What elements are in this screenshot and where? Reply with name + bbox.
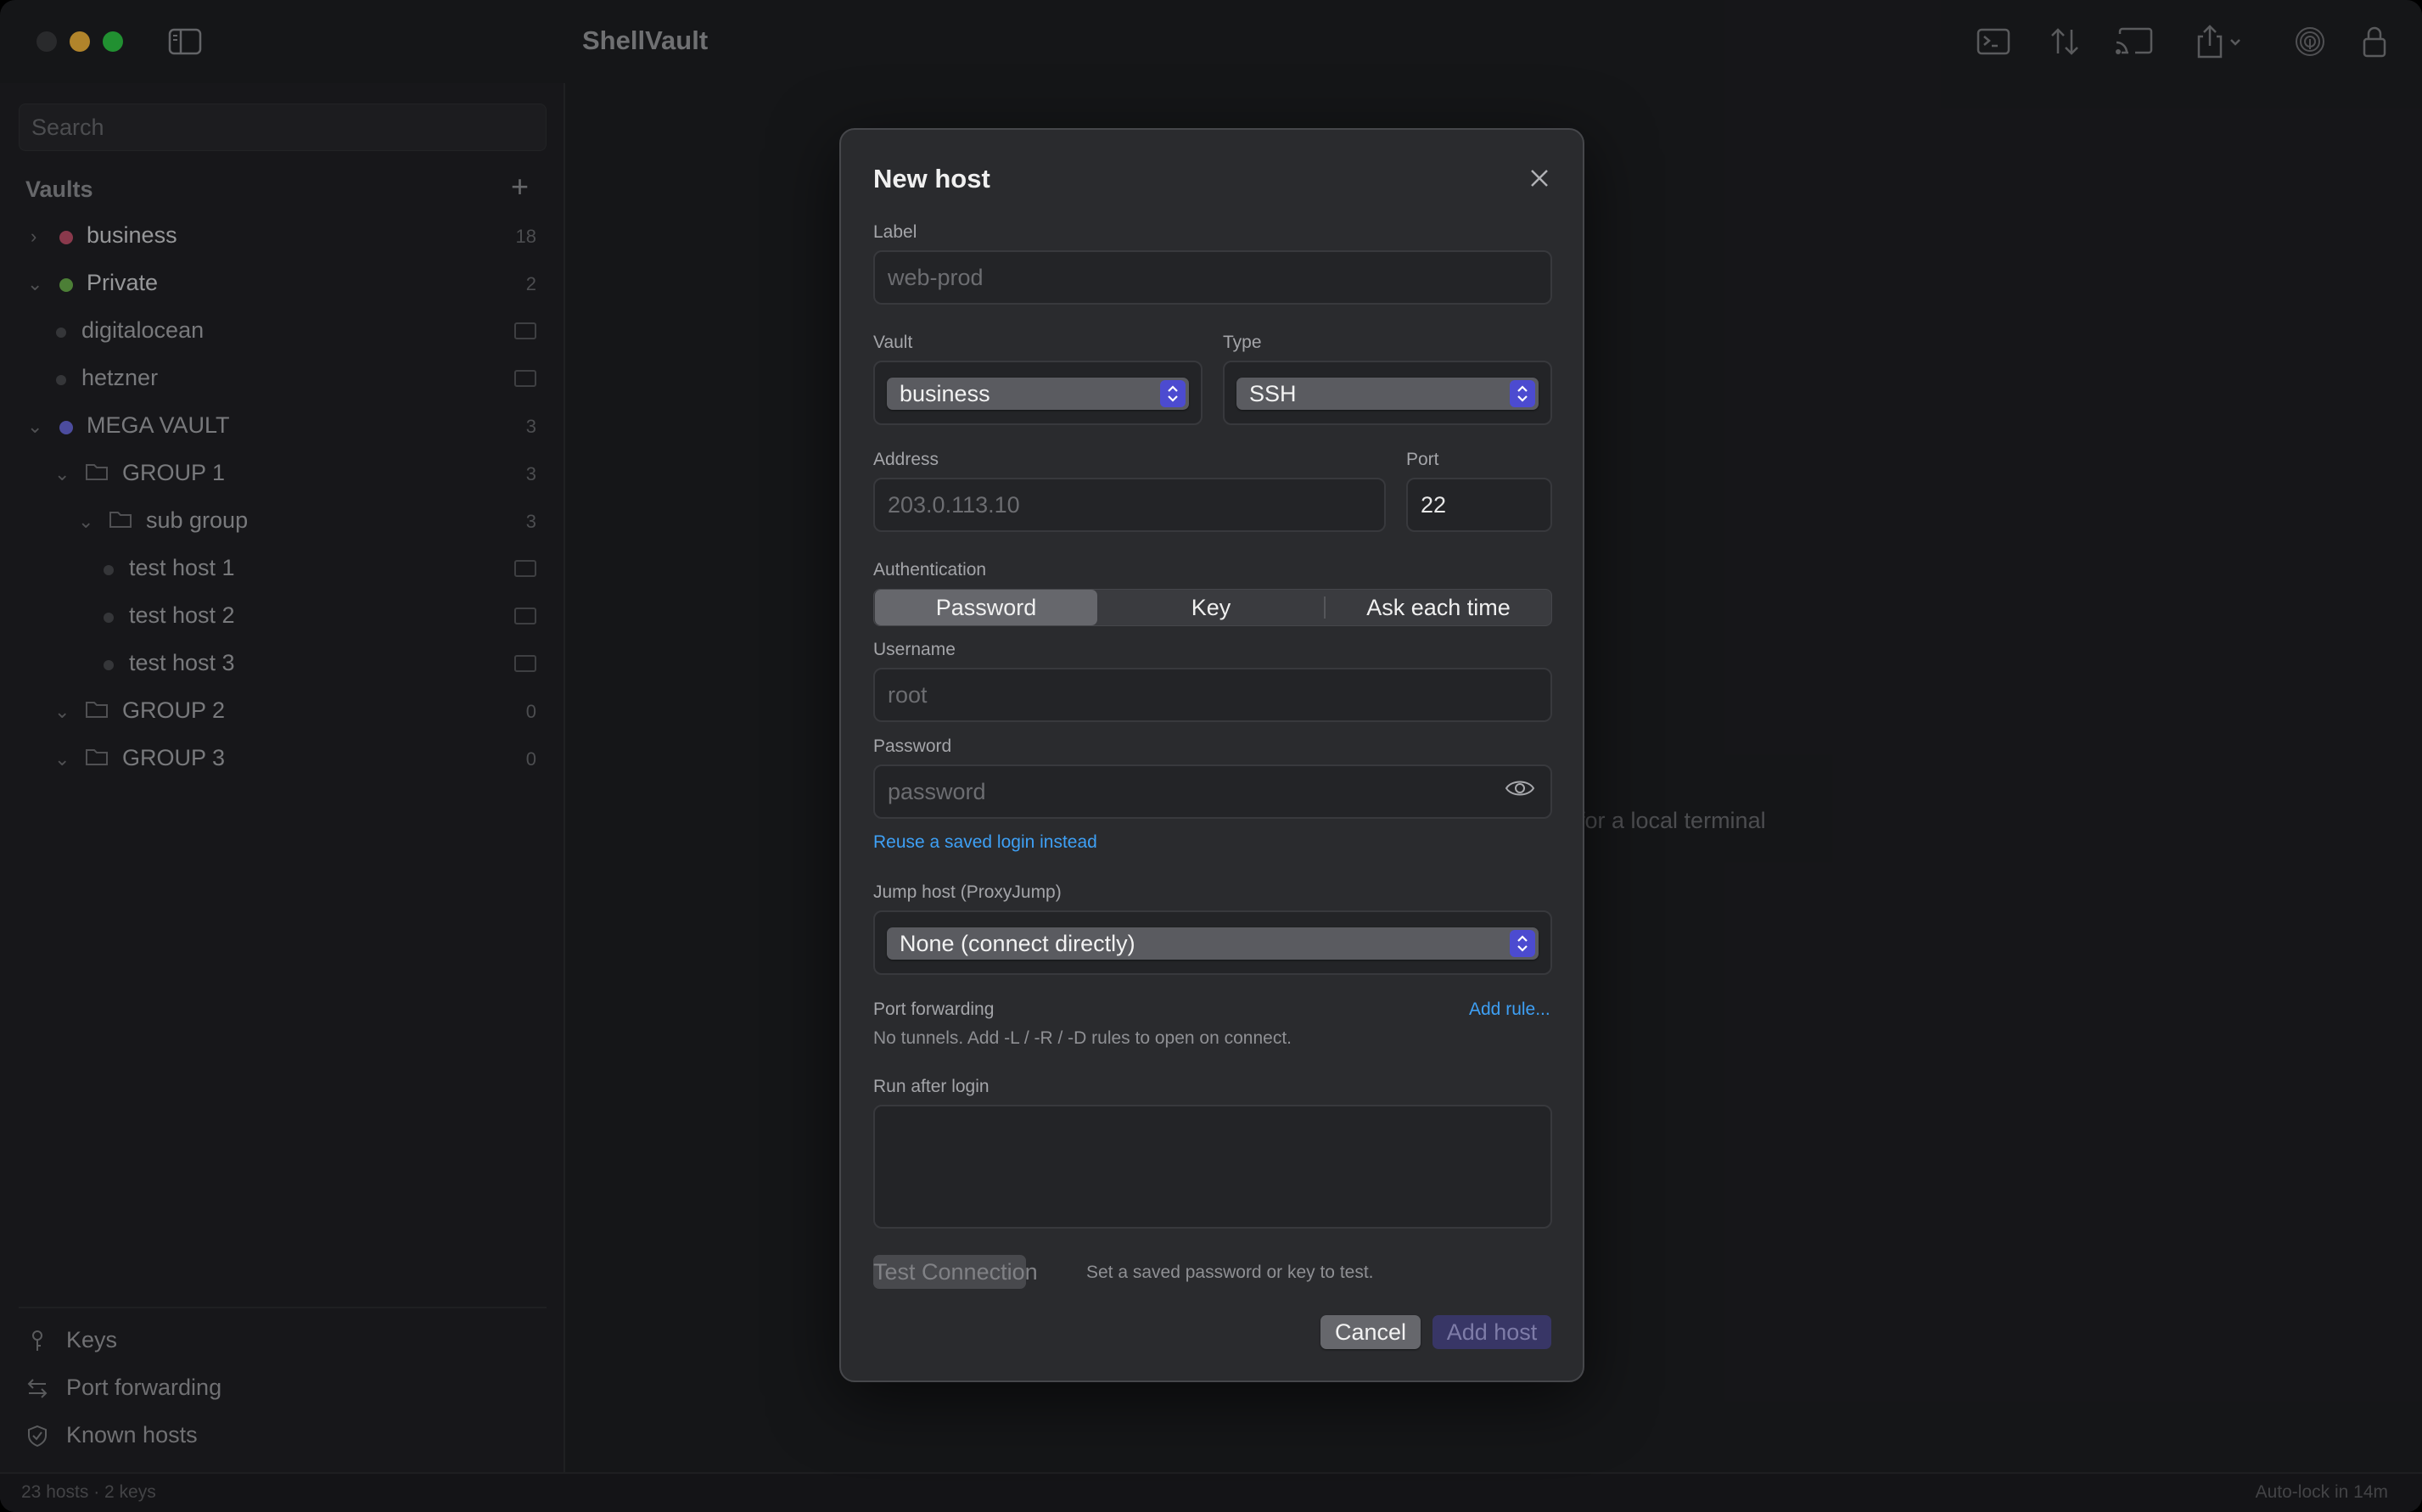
run-after-login-textarea[interactable] bbox=[873, 1105, 1552, 1229]
type-select-value: SSH bbox=[1249, 381, 1297, 406]
add-rule-link[interactable]: Add rule... bbox=[1469, 1000, 1550, 1020]
label-input[interactable]: web-prod bbox=[873, 250, 1552, 305]
close-icon[interactable] bbox=[1527, 165, 1552, 191]
jump-host-select-container: None (connect directly) bbox=[873, 910, 1552, 975]
type-field-label: Type bbox=[1223, 333, 1262, 352]
auth-option-ask[interactable]: Ask each time bbox=[1326, 590, 1551, 625]
app-window: ShellVault Search Vaults + › business 18… bbox=[0, 0, 2422, 1512]
stepper-icon bbox=[1160, 380, 1186, 407]
address-field-label: Address bbox=[873, 450, 939, 469]
dialog-title: New host bbox=[873, 164, 990, 193]
type-select-container: SSH bbox=[1223, 361, 1552, 425]
vault-select-value: business bbox=[900, 381, 990, 406]
auth-segmented-control: Password Key Ask each time bbox=[873, 589, 1552, 626]
auth-option-key[interactable]: Key bbox=[1098, 590, 1324, 625]
label-field-label: Label bbox=[873, 222, 917, 242]
test-connection-hint: Set a saved password or key to test. bbox=[1086, 1263, 1374, 1282]
password-field-label: Password bbox=[873, 736, 952, 756]
cancel-button[interactable]: Cancel bbox=[1320, 1315, 1421, 1349]
vault-select[interactable]: business bbox=[887, 378, 1189, 410]
vault-select-container: business bbox=[873, 361, 1203, 425]
test-connection-button[interactable]: Test Connection bbox=[873, 1255, 1038, 1289]
port-forwarding-label: Port forwarding bbox=[873, 1000, 995, 1019]
auth-option-password[interactable]: Password bbox=[875, 590, 1097, 625]
stepper-icon bbox=[1510, 930, 1535, 957]
eye-icon[interactable] bbox=[1505, 777, 1535, 799]
password-input[interactable]: password bbox=[873, 764, 1552, 819]
username-input[interactable]: root bbox=[873, 668, 1552, 722]
auth-field-label: Authentication bbox=[873, 560, 987, 580]
add-host-button[interactable]: Add host bbox=[1432, 1315, 1551, 1349]
address-input[interactable]: 203.0.113.10 bbox=[873, 478, 1386, 532]
port-field-label: Port bbox=[1406, 450, 1439, 469]
type-select[interactable]: SSH bbox=[1236, 378, 1539, 410]
vault-field-label: Vault bbox=[873, 333, 913, 352]
port-forwarding-hint: No tunnels. Add -L / -R / -D rules to op… bbox=[873, 1028, 1292, 1048]
new-host-dialog: New host Label web-prod Vault business T… bbox=[839, 128, 1584, 1382]
jump-host-field-label: Jump host (ProxyJump) bbox=[873, 882, 1062, 902]
stepper-icon bbox=[1510, 380, 1535, 407]
jump-host-select-value: None (connect directly) bbox=[900, 931, 1135, 956]
jump-host-select[interactable]: None (connect directly) bbox=[887, 927, 1539, 960]
username-field-label: Username bbox=[873, 640, 956, 659]
run-after-login-label: Run after login bbox=[873, 1077, 990, 1096]
reuse-login-link[interactable]: Reuse a saved login instead bbox=[873, 832, 1097, 853]
port-input[interactable]: 22 bbox=[1406, 478, 1552, 532]
